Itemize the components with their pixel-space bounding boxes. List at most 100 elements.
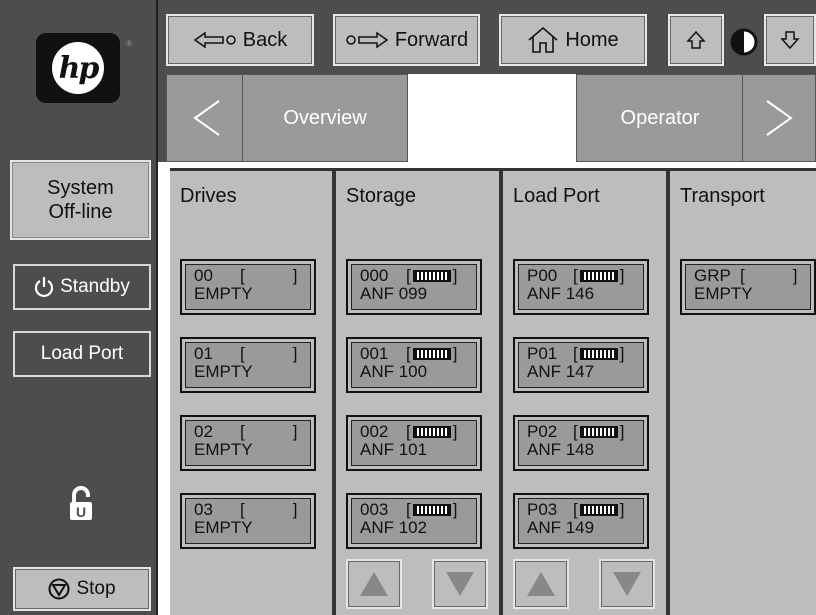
slot-label: EMPTY bbox=[694, 284, 753, 303]
transport-column: Transport GRP[] EMPTY bbox=[668, 168, 816, 615]
tab-tapes[interactable]: Tapes bbox=[408, 74, 576, 166]
storage-slot[interactable]: 003[] ANF 102 bbox=[346, 493, 482, 549]
slot-label: ANF 147 bbox=[527, 362, 595, 381]
registered-mark: ® bbox=[126, 39, 132, 48]
drives-title: Drives bbox=[180, 185, 237, 207]
contrast-up-button[interactable] bbox=[668, 14, 724, 66]
storage-title: Storage bbox=[346, 185, 417, 207]
barcode-icon bbox=[412, 503, 451, 516]
storage-scroll-down-button[interactable] bbox=[432, 559, 488, 609]
system-status-line2: Off-line bbox=[48, 201, 113, 223]
slot-label: EMPTY bbox=[194, 518, 253, 537]
slot-label: EMPTY bbox=[194, 362, 253, 381]
slot-id: 02 bbox=[194, 422, 213, 441]
barcode-icon bbox=[412, 425, 451, 438]
tab-scroll-right-button[interactable] bbox=[742, 74, 816, 162]
up-triangle-icon bbox=[527, 572, 555, 596]
slot-id: P03 bbox=[527, 500, 558, 519]
slot-label: ANF 149 bbox=[527, 518, 595, 537]
back-label: Back bbox=[242, 28, 288, 51]
home-label: Home bbox=[565, 28, 619, 51]
hp-logo-text: hp bbox=[58, 50, 100, 86]
slot-label: ANF 099 bbox=[360, 284, 428, 303]
back-arrow-icon bbox=[193, 31, 236, 49]
storage-slot[interactable]: 001[] ANF 100 bbox=[346, 337, 482, 393]
system-status-line1: System bbox=[47, 177, 114, 199]
stop-icon bbox=[48, 578, 70, 600]
tab-operator-label: Operator bbox=[620, 106, 700, 129]
slot-label: EMPTY bbox=[194, 440, 253, 459]
tab-bar: Overview Tapes Operator bbox=[158, 72, 816, 166]
storage-slot[interactable]: 000[] ANF 099 bbox=[346, 259, 482, 315]
load-port-slot[interactable]: P03[] ANF 149 bbox=[513, 493, 649, 549]
standby-label: Standby bbox=[60, 276, 130, 297]
power-icon bbox=[35, 277, 54, 298]
barcode-icon bbox=[579, 347, 618, 360]
sidebar: hp ® System Off-line Standby Load Port U… bbox=[0, 0, 158, 615]
tab-scroll-left-button[interactable] bbox=[166, 74, 248, 162]
barcode-icon bbox=[579, 503, 618, 516]
stop-label: Stop bbox=[76, 578, 116, 599]
forward-button[interactable]: Forward bbox=[333, 14, 480, 66]
slot-label: ANF 100 bbox=[360, 362, 428, 381]
slot-id: 03 bbox=[194, 500, 213, 519]
forward-label: Forward bbox=[394, 28, 469, 51]
slot-id: 003 bbox=[360, 500, 389, 519]
right-triangle-icon bbox=[766, 100, 793, 136]
storage-scroll-up-button[interactable] bbox=[346, 559, 402, 609]
load-port-slot[interactable]: P02[] ANF 148 bbox=[513, 415, 649, 471]
slot-id: 001 bbox=[360, 344, 389, 363]
load-port-label: Load Port bbox=[40, 343, 124, 364]
back-button[interactable]: Back bbox=[166, 14, 314, 66]
tab-tapes-label: Tapes bbox=[465, 108, 519, 131]
drives-column: Drives 00[] EMPTY 01[] EMPTY 02[] EMPTY … bbox=[170, 168, 334, 615]
standby-button[interactable]: Standby bbox=[13, 264, 151, 310]
svg-text:U: U bbox=[76, 504, 86, 520]
tab-operator[interactable]: Operator bbox=[576, 74, 744, 162]
system-status-button[interactable]: System Off-line bbox=[10, 160, 151, 240]
drive-slot[interactable]: 00[] EMPTY bbox=[180, 259, 316, 315]
barcode-icon bbox=[412, 347, 451, 360]
slot-label: ANF 101 bbox=[360, 440, 428, 459]
slot-label: ANF 146 bbox=[527, 284, 595, 303]
barcode-icon bbox=[412, 269, 451, 282]
hp-logo: hp ® bbox=[36, 33, 132, 103]
hp-logo-circle: hp bbox=[52, 42, 104, 94]
barcode-icon bbox=[579, 269, 618, 282]
down-triangle-icon bbox=[613, 572, 641, 596]
contrast-down-button[interactable] bbox=[764, 14, 816, 66]
slot-label: EMPTY bbox=[194, 284, 253, 303]
toolbar: Back Forward Home bbox=[158, 0, 816, 72]
load-port-column: Load Port P00[] ANF 146 P01[] ANF 147 P0… bbox=[501, 168, 668, 615]
barcode-icon bbox=[579, 425, 618, 438]
slot-id: GRP bbox=[694, 266, 731, 285]
drive-slot[interactable]: 01[] EMPTY bbox=[180, 337, 316, 393]
slot-id: 002 bbox=[360, 422, 389, 441]
transport-slot[interactable]: GRP[] EMPTY bbox=[680, 259, 816, 315]
slot-id: 01 bbox=[194, 344, 213, 363]
load-port-scroll-up-button[interactable] bbox=[513, 559, 569, 609]
tab-overview[interactable]: Overview bbox=[242, 74, 408, 162]
home-button[interactable]: Home bbox=[499, 14, 647, 66]
forward-arrow-icon bbox=[346, 31, 389, 49]
slot-id: 00 bbox=[194, 266, 213, 285]
drive-slot[interactable]: 03[] EMPTY bbox=[180, 493, 316, 549]
drive-slot[interactable]: 02[] EMPTY bbox=[180, 415, 316, 471]
load-port-scroll-down-button[interactable] bbox=[599, 559, 655, 609]
slot-label: ANF 102 bbox=[360, 518, 428, 537]
up-arrow-icon bbox=[686, 30, 706, 49]
up-triangle-icon bbox=[360, 572, 388, 596]
slot-id: P02 bbox=[527, 422, 558, 441]
slot-id: P00 bbox=[527, 266, 558, 285]
tapes-panel: Drives 00[] EMPTY 01[] EMPTY 02[] EMPTY … bbox=[160, 162, 816, 615]
transport-title: Transport bbox=[680, 185, 765, 207]
slot-id: 000 bbox=[360, 266, 389, 285]
down-triangle-icon bbox=[446, 572, 474, 596]
stop-button[interactable]: Stop bbox=[13, 567, 151, 611]
slot-label: ANF 148 bbox=[527, 440, 595, 459]
unlocked-padlock-icon[interactable]: U bbox=[68, 486, 94, 522]
load-port-button[interactable]: Load Port bbox=[13, 331, 151, 377]
load-port-slot[interactable]: P01[] ANF 147 bbox=[513, 337, 649, 393]
storage-slot[interactable]: 002[] ANF 101 bbox=[346, 415, 482, 471]
load-port-slot[interactable]: P00[] ANF 146 bbox=[513, 259, 649, 315]
